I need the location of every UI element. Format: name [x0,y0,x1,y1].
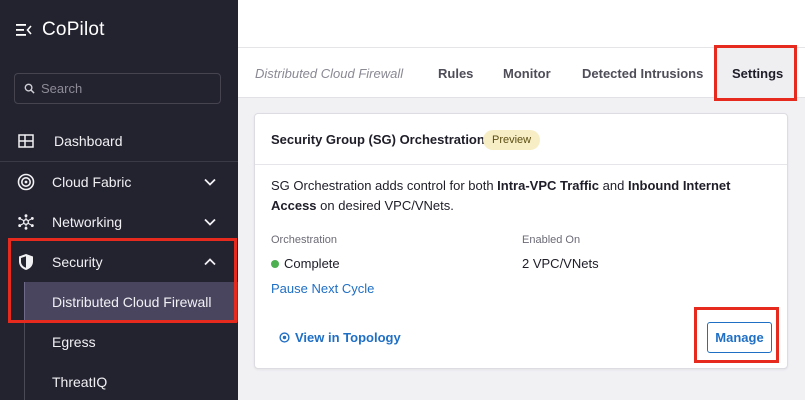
tab-label: Monitor [503,65,551,81]
card-title: Security Group (SG) Orchestration [271,132,485,147]
tab-label: Detected Intrusions [582,65,704,81]
app-title: CoPilot [42,19,105,40]
desc-text: and [599,178,628,193]
tab-settings[interactable]: Settings [717,48,795,98]
orchestration-value: Complete [271,256,340,271]
view-in-topology-link[interactable]: View in Topology [279,330,401,345]
shield-icon [17,253,35,271]
sidebar-subitem-label: Egress [52,334,96,350]
cloud-fabric-icon [17,173,35,191]
breadcrumb-label: Distributed Cloud Firewall [255,65,404,81]
sidebar-subitem-distributed-cloud-firewall[interactable]: Distributed Cloud Firewall [24,282,238,322]
enabled-on-value: 2 VPC/VNets [522,256,599,271]
sidebar: CoPilot Search Dashboard Cloud Fabric Ne… [0,0,238,400]
search-input[interactable]: Search [14,73,221,104]
desc-bold-intra-vpc: Intra-VPC Traffic [497,178,600,193]
sidebar-item-label: Dashboard [54,133,123,149]
status-dot-icon [271,259,279,268]
enabled-on-label: Enabled On [522,234,581,246]
sidebar-item-label: Cloud Fabric [52,174,132,190]
tab-label: Rules [438,65,474,81]
orchestration-label: Orchestration [271,234,338,246]
search-icon [24,83,35,94]
tab-label: Settings [732,65,784,81]
manage-button[interactable]: Manage [707,322,772,353]
sidebar-subitem-label: Distributed Cloud Firewall [52,294,212,310]
networking-icon [17,213,35,231]
chevron-down-icon[interactable] [204,178,216,186]
pause-next-cycle-link[interactable]: Pause Next Cycle [271,281,374,296]
sidebar-item-label: Networking [52,214,123,230]
brand: CoPilot [16,18,105,42]
tab-monitor[interactable]: Monitor [503,48,551,98]
sidebar-item-label: Security [52,254,103,270]
tab-bar: Distributed Cloud Firewall Rules Monitor… [238,48,805,98]
card-divider [255,164,787,165]
dashboard-icon [17,132,35,150]
tab-rules[interactable]: Rules [438,48,473,98]
sidebar-item-dashboard[interactable]: Dashboard [0,121,238,161]
card-description: SG Orchestration adds control for both I… [271,176,776,216]
chevron-down-icon[interactable] [204,218,216,226]
desc-text: SG Orchestration adds control for both [271,178,498,193]
menu-collapse-icon[interactable] [16,23,32,37]
search-placeholder: Search [41,81,83,96]
sidebar-subitem-egress[interactable]: Egress [24,322,238,362]
breadcrumb[interactable]: Distributed Cloud Firewall [255,48,403,98]
orchestration-status: Complete [284,256,340,271]
desc-text: on desired VPC/VNets. [316,198,454,213]
sidebar-item-networking[interactable]: Networking [0,202,238,242]
sidebar-subitem-threatiq[interactable]: ThreatIQ [24,362,238,400]
chevron-up-icon[interactable] [204,258,216,266]
tab-detected-intrusions[interactable]: Detected Intrusions [582,48,703,98]
topology-link-label: View in Topology [295,330,401,345]
topology-icon [279,332,290,343]
sg-orchestration-card: Security Group (SG) Orchestration Previe… [254,113,788,369]
sidebar-subitem-label: ThreatIQ [52,374,108,390]
preview-badge: Preview [483,130,541,150]
sidebar-item-security[interactable]: Security [0,242,238,282]
top-header [238,0,805,48]
sidebar-item-cloud-fabric[interactable]: Cloud Fabric [0,162,238,202]
